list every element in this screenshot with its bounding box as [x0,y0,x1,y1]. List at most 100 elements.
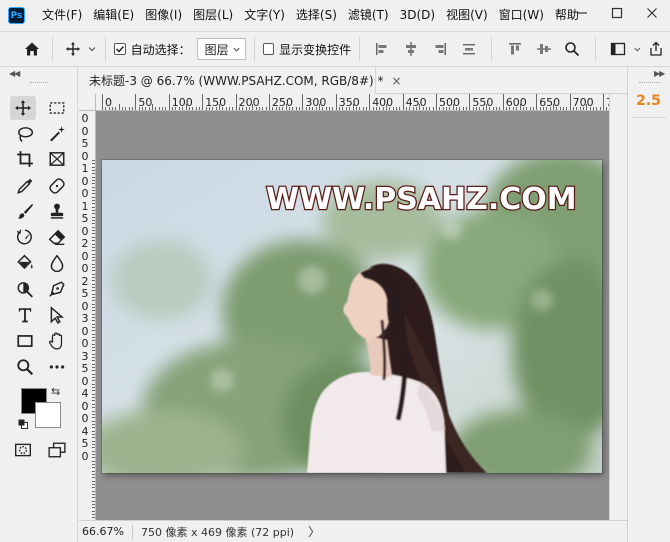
quick-mask-button[interactable] [10,438,36,462]
restore-icon [611,7,623,19]
menu-filter[interactable]: 滤镜(T) [343,0,395,31]
menu-select[interactable]: 选择(S) [291,0,343,31]
search-button[interactable] [562,38,583,60]
blur-tool[interactable] [44,251,70,275]
history-brush-tool[interactable] [12,225,38,249]
ruler-minor-tick [92,173,95,175]
eraser-tool[interactable] [44,225,70,249]
align-horizontal-center-button[interactable] [401,38,422,60]
move-tool-preset[interactable] [65,41,97,57]
panel-grip[interactable] [639,82,661,84]
minimize-button[interactable] [565,2,599,24]
ruler-minor-tick [315,107,317,110]
type-tool[interactable] [12,303,38,327]
move-tool[interactable] [10,96,36,120]
ruler-label: 5 [81,287,89,300]
horizontal-ruler[interactable]: 0 50 100 150 200 250 300 350 400 450 500 550 600 650 7… [96,94,609,111]
home-button[interactable] [21,37,44,61]
distribute-button[interactable] [459,38,480,60]
workspace-button[interactable] [608,38,629,60]
ruler-minor-tick [429,107,431,110]
ruler-minor-tick [546,107,548,110]
zoom-tool[interactable] [12,355,38,379]
menu-file[interactable]: 文件(F) [37,0,88,31]
dodge-tool[interactable] [12,277,38,301]
ruler-origin[interactable] [79,94,96,111]
align-vertical-center-button[interactable] [533,38,554,60]
menu-3d[interactable]: 3D(D) [395,0,441,31]
background-color-swatch[interactable] [35,402,61,428]
menu-type[interactable]: 文字(Y) [239,0,291,31]
ruler-tick [469,94,471,110]
eyedropper-tool[interactable] [12,174,38,198]
document-info: 750 像素 x 469 像素 (72 ppi) [141,525,295,539]
ruler-minor-tick [262,107,264,110]
ruler-minor-tick [496,107,498,110]
minimize-icon [577,12,587,14]
document-tab[interactable]: 未标题-3 @ 66.7% (WWW.PSAHZ.COM, RGB/8#) * … [79,67,402,94]
auto-select-checkbox[interactable] [113,43,126,55]
ruler-minor-tick [92,373,95,375]
zoom-level[interactable]: 66.67% [82,525,126,538]
more-tools-button[interactable] [44,355,70,379]
healing-brush-tool[interactable] [44,174,70,198]
screen-mode-button[interactable] [44,438,70,462]
menu-view[interactable]: 视图(V) [441,0,494,31]
menu-window[interactable]: 窗口(W) [494,0,550,31]
checkmark-icon [115,45,124,53]
share-button[interactable] [645,38,666,60]
ruler-minor-tick [92,333,95,335]
swap-colors-icon[interactable]: ⇆ [51,385,60,398]
document-image[interactable]: WWW.PSAHZ.COM [102,160,602,473]
lasso-tool[interactable] [12,122,38,146]
align-right-button[interactable] [430,38,451,60]
ruler-minor-tick [92,367,95,369]
ruler-minor-tick [606,107,608,110]
crop-tool[interactable] [12,147,38,171]
menu-edit[interactable]: 编辑(E) [88,0,140,31]
ruler-minor-tick [516,107,518,110]
rectangle-tool[interactable] [12,329,38,353]
vertical-scrollbar[interactable] [609,94,627,520]
pen-tool[interactable] [44,277,70,301]
frame-tool[interactable] [44,147,70,171]
show-transform-checkbox[interactable] [262,43,275,55]
ruler-minor-tick [92,413,95,415]
marquee-tool[interactable] [44,96,70,120]
hand-tool[interactable] [44,329,70,353]
clone-stamp-tool[interactable] [44,199,70,223]
ruler-label: 5 [81,137,89,150]
align-right-icon [435,43,447,55]
ruler-label: 2 [81,274,89,288]
panel-grip[interactable] [30,82,48,84]
ruler-minor-tick [549,107,551,110]
ruler-minor-tick [92,213,95,215]
ruler-label: 5 [81,212,89,225]
ruler-minor-tick [285,104,287,110]
collapse-arrows-icon[interactable]: ◀◀ [9,69,20,78]
ruler-minor-tick [579,107,581,110]
quick-mask-icon [15,443,31,457]
magic-wand-icon [50,126,65,142]
path-selection-tool[interactable] [44,303,70,327]
collapse-arrows-icon[interactable]: ▶▶ [654,69,665,78]
menu-image[interactable]: 图像(I) [140,0,188,31]
vertical-ruler[interactable]: 0050100150200250300350400450 [79,111,96,520]
ruler-minor-tick [92,350,95,352]
restore-button[interactable] [600,2,634,24]
status-menu-arrow[interactable]: 〉 [308,523,320,540]
close-tab-button[interactable]: × [392,74,402,88]
align-top-button[interactable] [504,38,525,60]
close-window-button[interactable] [635,2,669,24]
align-left-button[interactable] [372,38,393,60]
paint-bucket-tool[interactable] [12,251,38,275]
magic-wand-tool[interactable] [44,122,70,146]
panel-version-label[interactable]: 2.5 [628,93,669,109]
brush-tool[interactable] [12,199,38,223]
ruler-tick [436,94,437,110]
ruler-minor-tick [92,210,95,212]
default-colors-icon[interactable] [18,419,28,429]
menu-layer[interactable]: 图层(L) [188,0,239,31]
ruler-minor-tick [92,423,95,425]
auto-select-target-dropdown[interactable]: 图层 [196,38,246,60]
